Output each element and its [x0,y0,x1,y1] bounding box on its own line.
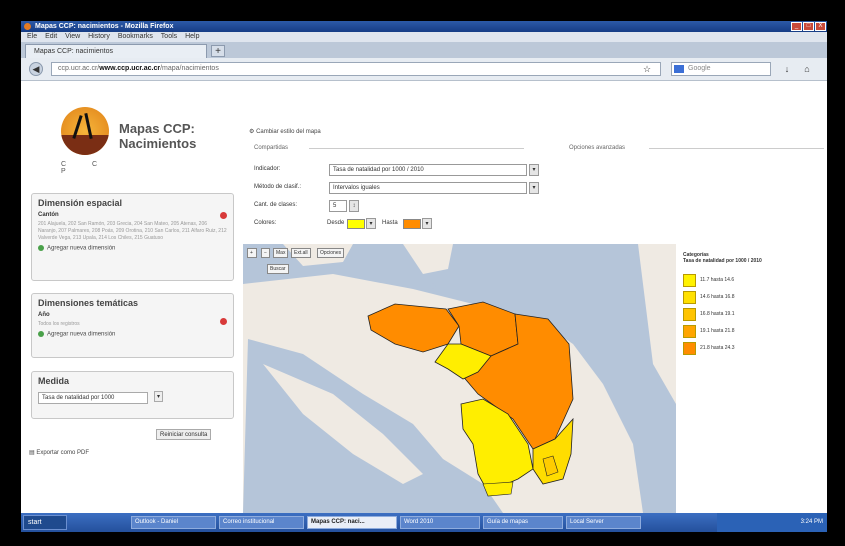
task-outlook[interactable]: Outlook - Daniel [131,516,216,529]
section-advanced[interactable]: Opciones avanzadas [569,145,625,151]
clock[interactable]: 3:24 PM [801,519,823,525]
legend-title: Categorías Tasa de natalidad por 1000 / … [683,252,762,264]
star-icon[interactable]: ☆ [641,63,653,75]
url-path: /mapa/nacimientos [160,65,219,72]
ccp-logo [61,107,109,155]
add-tematica-dimension[interactable]: Agregar nueva dimensión [32,329,233,340]
colors-label: Colores: [254,220,277,226]
task-word[interactable]: Word 2010 [400,516,480,529]
zoom-in-button[interactable]: + [247,248,257,258]
classes-label: Cant. de clases: [254,202,298,208]
url-host: www.ccp.ucr.ac.cr [99,65,161,72]
add-espacial-dimension[interactable]: Agregar nueva dimensión [32,243,233,254]
task-mapas-active[interactable]: Mapas CCP: naci... [307,516,397,529]
medida-dropdown-icon[interactable]: ▾ [154,391,164,402]
color-end-label: Hasta [382,220,398,226]
section-basic[interactable]: Compartidas [254,145,288,151]
app-title-line2: Nacimientos [119,136,197,151]
panel-medida: Medida Tasa de natalidad por 1000 ▾ [31,371,234,419]
indicator-select[interactable]: Tasa de natalidad por 1000 / 2010 [329,164,527,176]
task-guia[interactable]: Guía de mapas [483,516,563,529]
tematica-description: Todos los registros [38,321,80,327]
search-placeholder: Google [688,65,711,72]
menu-tools[interactable]: Tools [161,33,177,40]
indicator-label: Indicador: [254,166,281,172]
map-canvas[interactable] [243,244,676,513]
map-legend: Categorías Tasa de natalidad por 1000 / … [679,246,827,513]
close-button[interactable]: X [815,22,826,31]
color-end-swatch[interactable] [403,219,421,229]
title-bar: Mapas CCP: nacimientos - Mozilla Firefox… [21,21,827,32]
search-box[interactable]: Google [671,62,771,76]
page-content: C C P Mapas CCP: Nacimientos Dimensión e… [21,81,827,513]
document-icon: ▤ [29,450,35,456]
arrow-left-icon: ◀ [32,64,40,74]
panel-tematicas: Dimensiones temáticas Año Todos los regi… [31,293,234,358]
plus-icon [38,331,44,337]
search-map-button[interactable]: Buscar [267,264,289,274]
remove-espacial-icon[interactable] [220,212,227,219]
system-tray: 3:24 PM [717,513,827,532]
taskbar: start Outlook - Daniel Correo institucio… [21,513,827,532]
method-select[interactable]: Intervalos iguales [329,182,527,194]
download-icon[interactable]: ↓ [781,63,793,75]
url-bar[interactable]: ccp.ucr.ac.cr/www.ccp.ucr.ac.cr/mapa/nac… [51,62,661,76]
menu-help[interactable]: Help [185,33,199,40]
new-tab-button[interactable]: + [211,45,225,57]
color-end-dropdown-icon[interactable]: ▾ [422,218,432,229]
task-correo[interactable]: Correo institucional [219,516,304,529]
minimize-button[interactable]: _ [791,22,802,31]
tab-bar: Mapas CCP: nacimientos + [21,42,827,58]
pan-button[interactable]: Max [273,248,289,258]
remove-tematica-icon[interactable] [220,318,227,325]
app-title: Mapas CCP: Nacimientos [119,121,196,151]
back-button[interactable]: ◀ [29,62,43,76]
browser-window: Mapas CCP: nacimientos - Mozilla Firefox… [21,21,827,532]
classes-stepper-icon[interactable]: ↕ [349,200,359,212]
espacial-description: 201 Alajuela, 202 San Ramón, 203 Grecia,… [38,221,227,241]
choropleth-map[interactable]: + − Max Ext.all Opciones Buscar [243,244,676,513]
reset-button[interactable]: Reiniciar consulta [156,429,212,440]
gear-icon: ⚙ [249,129,255,135]
menu-history[interactable]: History [88,33,110,40]
menu-edit[interactable]: Edit [45,33,57,40]
firefox-icon [24,23,31,30]
navigation-bar: ◀ ccp.ucr.ac.cr/www.ccp.ucr.ac.cr/mapa/n… [21,58,827,81]
panel-espacial-title: Dimensión espacial [38,198,123,208]
menu-bookmarks[interactable]: Bookmarks [118,33,153,40]
tematica-selected[interactable]: Año [32,310,233,320]
panel-espacial: Dimensión espacial Cantón 201 Alajuela, … [31,193,234,281]
classes-input[interactable]: 5 [329,200,347,212]
toggle-style-link[interactable]: ⚙ Cambiar estilo del mapa [249,128,321,135]
indicator-dropdown-icon[interactable]: ▾ [529,164,539,176]
export-pdf-link[interactable]: ▤ Exportar como PDF [29,449,89,456]
color-start-label: Desde [327,220,345,226]
google-icon [674,65,684,73]
full-extent-button[interactable]: Ext.all [291,248,311,258]
task-local-server[interactable]: Local Server [566,516,641,529]
color-start-dropdown-icon[interactable]: ▾ [366,218,376,229]
menu-view[interactable]: View [65,33,80,40]
panel-medida-title: Medida [38,376,70,386]
tab-mapas[interactable]: Mapas CCP: nacimientos [25,44,207,58]
menu-bar: Ele Edit View History Bookmarks Tools He… [21,32,827,42]
panel-tematicas-title: Dimensiones temáticas [38,298,139,308]
url-prefix: ccp.ucr.ac.cr/ [58,65,100,72]
maximize-button[interactable]: □ [803,22,814,31]
app-title-line1: Mapas CCP: [119,121,195,136]
home-icon[interactable]: ⌂ [801,63,813,75]
method-label: Método de clasif.: [254,184,302,190]
method-dropdown-icon[interactable]: ▾ [529,182,539,194]
color-start-swatch[interactable] [347,219,365,229]
start-button[interactable]: start [23,515,67,530]
options-dropdown[interactable]: Opciones [317,248,345,258]
window-title: Mapas CCP: nacimientos - Mozilla Firefox [35,23,174,30]
menu-file[interactable]: Ele [27,33,37,40]
medida-select[interactable]: Tasa de natalidad por 1000 [38,392,148,404]
plus-icon [38,245,44,251]
style-form: ⚙ Cambiar estilo del mapa Compartidas Op… [239,81,827,244]
espacial-selected[interactable]: Cantón [32,210,233,220]
zoom-out-button[interactable]: − [261,248,270,258]
logo-marks: C C P [61,161,110,175]
